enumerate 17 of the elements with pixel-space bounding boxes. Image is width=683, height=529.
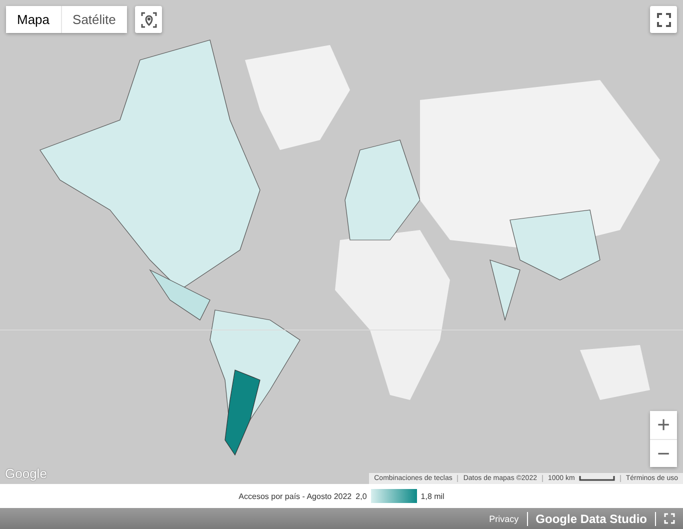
brand-logo: Google Data Studio (526, 512, 656, 526)
legend-title: Accesos por país - Agosto 2022 (238, 492, 352, 500)
fullscreen-icon[interactable] (664, 513, 675, 524)
zoom-out-button[interactable]: − (650, 439, 677, 467)
legend-gradient (370, 489, 417, 503)
map-logo: Google (5, 466, 47, 481)
fullscreen-icon (656, 12, 670, 26)
map-type-tab[interactable]: Mapa (6, 6, 61, 33)
zoom-in-button[interactable]: + (650, 411, 677, 439)
privacy-link[interactable]: Privacy (489, 514, 519, 524)
location-pin-icon (140, 10, 158, 28)
map-type-tab[interactable]: Satélite (60, 6, 127, 33)
location-button[interactable] (135, 6, 162, 33)
scale-bar-icon (578, 476, 615, 481)
legend-max: 1,8 mil (420, 492, 444, 500)
legend-min: 2,0 (356, 492, 367, 500)
fullscreen-button[interactable] (650, 6, 677, 33)
